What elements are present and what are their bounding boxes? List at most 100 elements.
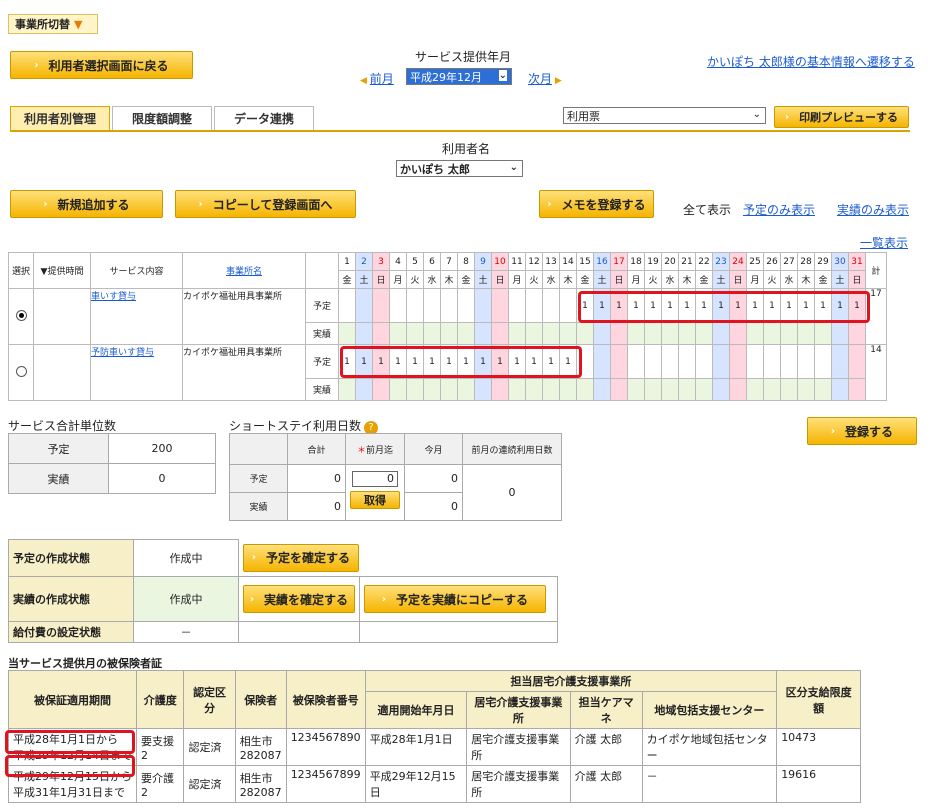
row-select-radio[interactable] [8,288,34,345]
h-time[interactable]: ▼提供時間 [33,252,91,289]
actual-day-cell[interactable] [763,322,781,345]
actual-day-cell[interactable] [695,378,713,401]
fetch-button[interactable]: 取得 [350,491,400,509]
actual-day-cell[interactable] [831,322,849,345]
actual-day-cell[interactable] [610,322,628,345]
actual-day-cell[interactable] [508,322,526,345]
actual-day-cell[interactable] [848,378,866,401]
service-link[interactable]: 予防車いす貸与 [90,344,183,401]
plan-day-cell[interactable] [593,343,611,380]
copy-plan-to-actual-button[interactable]: › 予定を実績にコピーする [364,585,546,613]
plan-day-cell[interactable] [661,343,679,380]
actual-day-cell[interactable] [372,322,390,345]
plan-day-cell[interactable] [678,343,696,380]
plan-day-cell[interactable] [712,343,730,380]
actual-day-cell[interactable] [780,378,798,401]
actual-day-cell[interactable] [355,322,373,345]
plan-day-cell[interactable] [457,287,475,324]
actual-day-cell[interactable] [338,322,356,345]
plan-day-cell[interactable] [491,287,509,324]
actual-day-cell[interactable] [746,322,764,345]
actual-day-cell[interactable] [593,378,611,401]
actual-day-cell[interactable] [763,378,781,401]
form-select[interactable]: 利用票 ⌄ [563,107,766,124]
prev-days-input[interactable]: 0 [352,471,398,487]
actual-day-cell[interactable] [627,322,645,345]
memo-button[interactable]: › メモを登録する [539,190,654,218]
actual-day-cell[interactable] [525,322,543,345]
plan-day-cell[interactable] [627,343,645,380]
actual-day-cell[interactable] [644,378,662,401]
actual-day-cell[interactable] [559,378,577,401]
actual-day-cell[interactable] [627,378,645,401]
actual-day-cell[interactable] [644,322,662,345]
actual-day-cell[interactable] [848,322,866,345]
h-office[interactable]: 事業所名 [182,252,306,289]
actual-only-link[interactable]: 実績のみ表示 [837,201,909,218]
actual-day-cell[interactable] [780,322,798,345]
actual-day-cell[interactable] [831,378,849,401]
actual-day-cell[interactable] [491,322,509,345]
plan-day-cell[interactable] [406,287,424,324]
service-link[interactable]: 車いす貸与 [90,288,183,345]
actual-day-cell[interactable] [338,378,356,401]
actual-day-cell[interactable] [797,378,815,401]
actual-day-cell[interactable] [729,378,747,401]
actual-day-cell[interactable] [355,378,373,401]
plan-day-cell[interactable] [695,343,713,380]
actual-day-cell[interactable] [389,378,407,401]
actual-day-cell[interactable] [678,378,696,401]
register-button[interactable]: › 登録する [807,417,917,445]
plan-day-cell[interactable] [338,287,356,324]
plan-only-link[interactable]: 予定のみ表示 [743,201,815,218]
prev-month-link[interactable]: ◀ 前月 [360,70,394,87]
actual-day-cell[interactable] [712,322,730,345]
actual-day-cell[interactable] [491,378,509,401]
tab-limit-adjust[interactable]: 限度額調整 [112,106,212,130]
actual-day-cell[interactable] [525,378,543,401]
actual-day-cell[interactable] [576,378,594,401]
actual-day-cell[interactable] [814,322,832,345]
plan-day-cell[interactable] [848,343,866,380]
actual-day-cell[interactable] [729,322,747,345]
tab-data-link[interactable]: データ連携 [214,106,314,130]
plan-day-cell[interactable] [440,287,458,324]
actual-day-cell[interactable] [457,378,475,401]
print-preview-button[interactable]: › 印刷プレビューする [774,106,909,128]
actual-day-cell[interactable] [610,378,628,401]
tab-user-management[interactable]: 利用者別管理 [10,106,110,130]
plan-day-cell[interactable] [746,343,764,380]
actual-day-cell[interactable] [797,322,815,345]
user-select[interactable]: かいぽち 太郎 ⌄ [396,160,523,177]
plan-day-cell[interactable] [729,343,747,380]
actual-day-cell[interactable] [372,378,390,401]
add-new-button[interactable]: › 新規追加する [10,190,163,218]
list-view-link[interactable]: 一覧表示 [860,234,908,251]
plan-day-cell[interactable] [508,287,526,324]
actual-day-cell[interactable] [440,378,458,401]
actual-day-cell[interactable] [508,378,526,401]
plan-day-cell[interactable] [372,287,390,324]
plan-day-cell[interactable] [610,343,628,380]
plan-day-cell[interactable] [814,343,832,380]
plan-day-cell[interactable] [831,343,849,380]
month-select[interactable]: 平成29年12月 ⌄ [406,68,512,85]
plan-day-cell[interactable] [763,343,781,380]
actual-day-cell[interactable] [423,322,441,345]
plan-day-cell[interactable] [797,343,815,380]
plan-day-cell[interactable] [559,287,577,324]
actual-day-cell[interactable] [576,322,594,345]
plan-day-cell[interactable] [542,287,560,324]
copy-register-button[interactable]: › コピーして登録画面へ [175,190,356,218]
plan-day-cell[interactable] [389,287,407,324]
actual-day-cell[interactable] [542,378,560,401]
actual-day-cell[interactable] [814,378,832,401]
plan-day-cell[interactable] [423,287,441,324]
actual-day-cell[interactable] [406,322,424,345]
confirm-plan-button[interactable]: › 予定を確定する [243,543,359,572]
actual-day-cell[interactable] [712,378,730,401]
next-month-link[interactable]: 次月 ▶ [528,70,562,87]
confirm-actual-button[interactable]: › 実績を確定する [243,585,355,613]
plan-day-cell[interactable] [355,287,373,324]
actual-day-cell[interactable] [661,378,679,401]
